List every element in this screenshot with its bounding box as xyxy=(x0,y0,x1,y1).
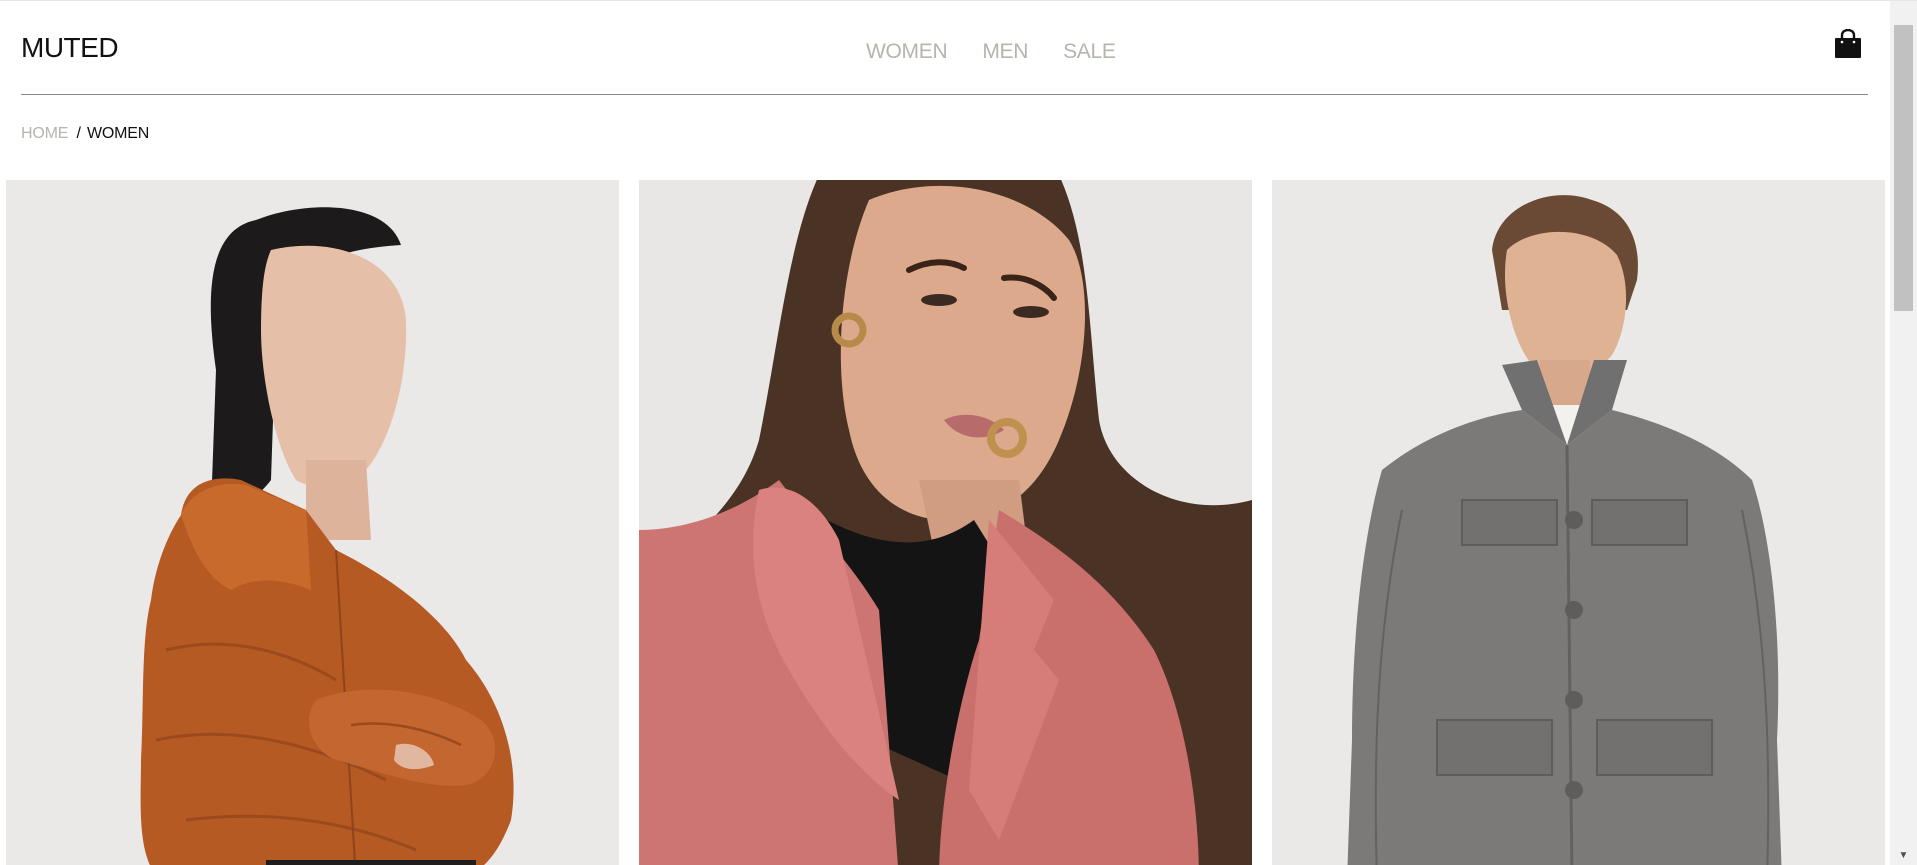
nav-item-men[interactable]: MEN xyxy=(982,40,1028,64)
product-image xyxy=(639,180,1252,865)
page-scrollbar[interactable]: ▲ ▼ xyxy=(1890,1,1917,865)
site-header: MUTED WOMEN MEN SALE xyxy=(0,1,1890,97)
brand-logo[interactable]: MUTED xyxy=(21,32,119,64)
breadcrumb-separator: / xyxy=(76,125,81,142)
product-grid xyxy=(6,180,1885,865)
product-image xyxy=(6,180,619,865)
product-card[interactable] xyxy=(1272,180,1885,865)
product-card[interactable] xyxy=(6,180,619,865)
header-divider xyxy=(21,94,1868,95)
page: MUTED WOMEN MEN SALE HOME / WOMEN ▼ xyxy=(0,0,1917,865)
scrollbar-thumb[interactable] xyxy=(1894,25,1913,311)
breadcrumb-home-link[interactable]: HOME xyxy=(21,125,68,142)
main-nav: WOMEN MEN SALE xyxy=(866,40,1116,64)
product-card[interactable] xyxy=(639,180,1252,865)
shopping-bag-icon[interactable] xyxy=(1834,28,1862,59)
nav-item-women[interactable]: WOMEN xyxy=(866,40,948,64)
nav-item-sale[interactable]: SALE xyxy=(1063,40,1116,64)
breadcrumb-current: WOMEN xyxy=(86,125,150,142)
scroll-down-arrow-icon[interactable]: ▼ xyxy=(1890,846,1917,865)
product-image xyxy=(1272,180,1885,865)
breadcrumb: HOME / WOMEN xyxy=(21,125,149,143)
